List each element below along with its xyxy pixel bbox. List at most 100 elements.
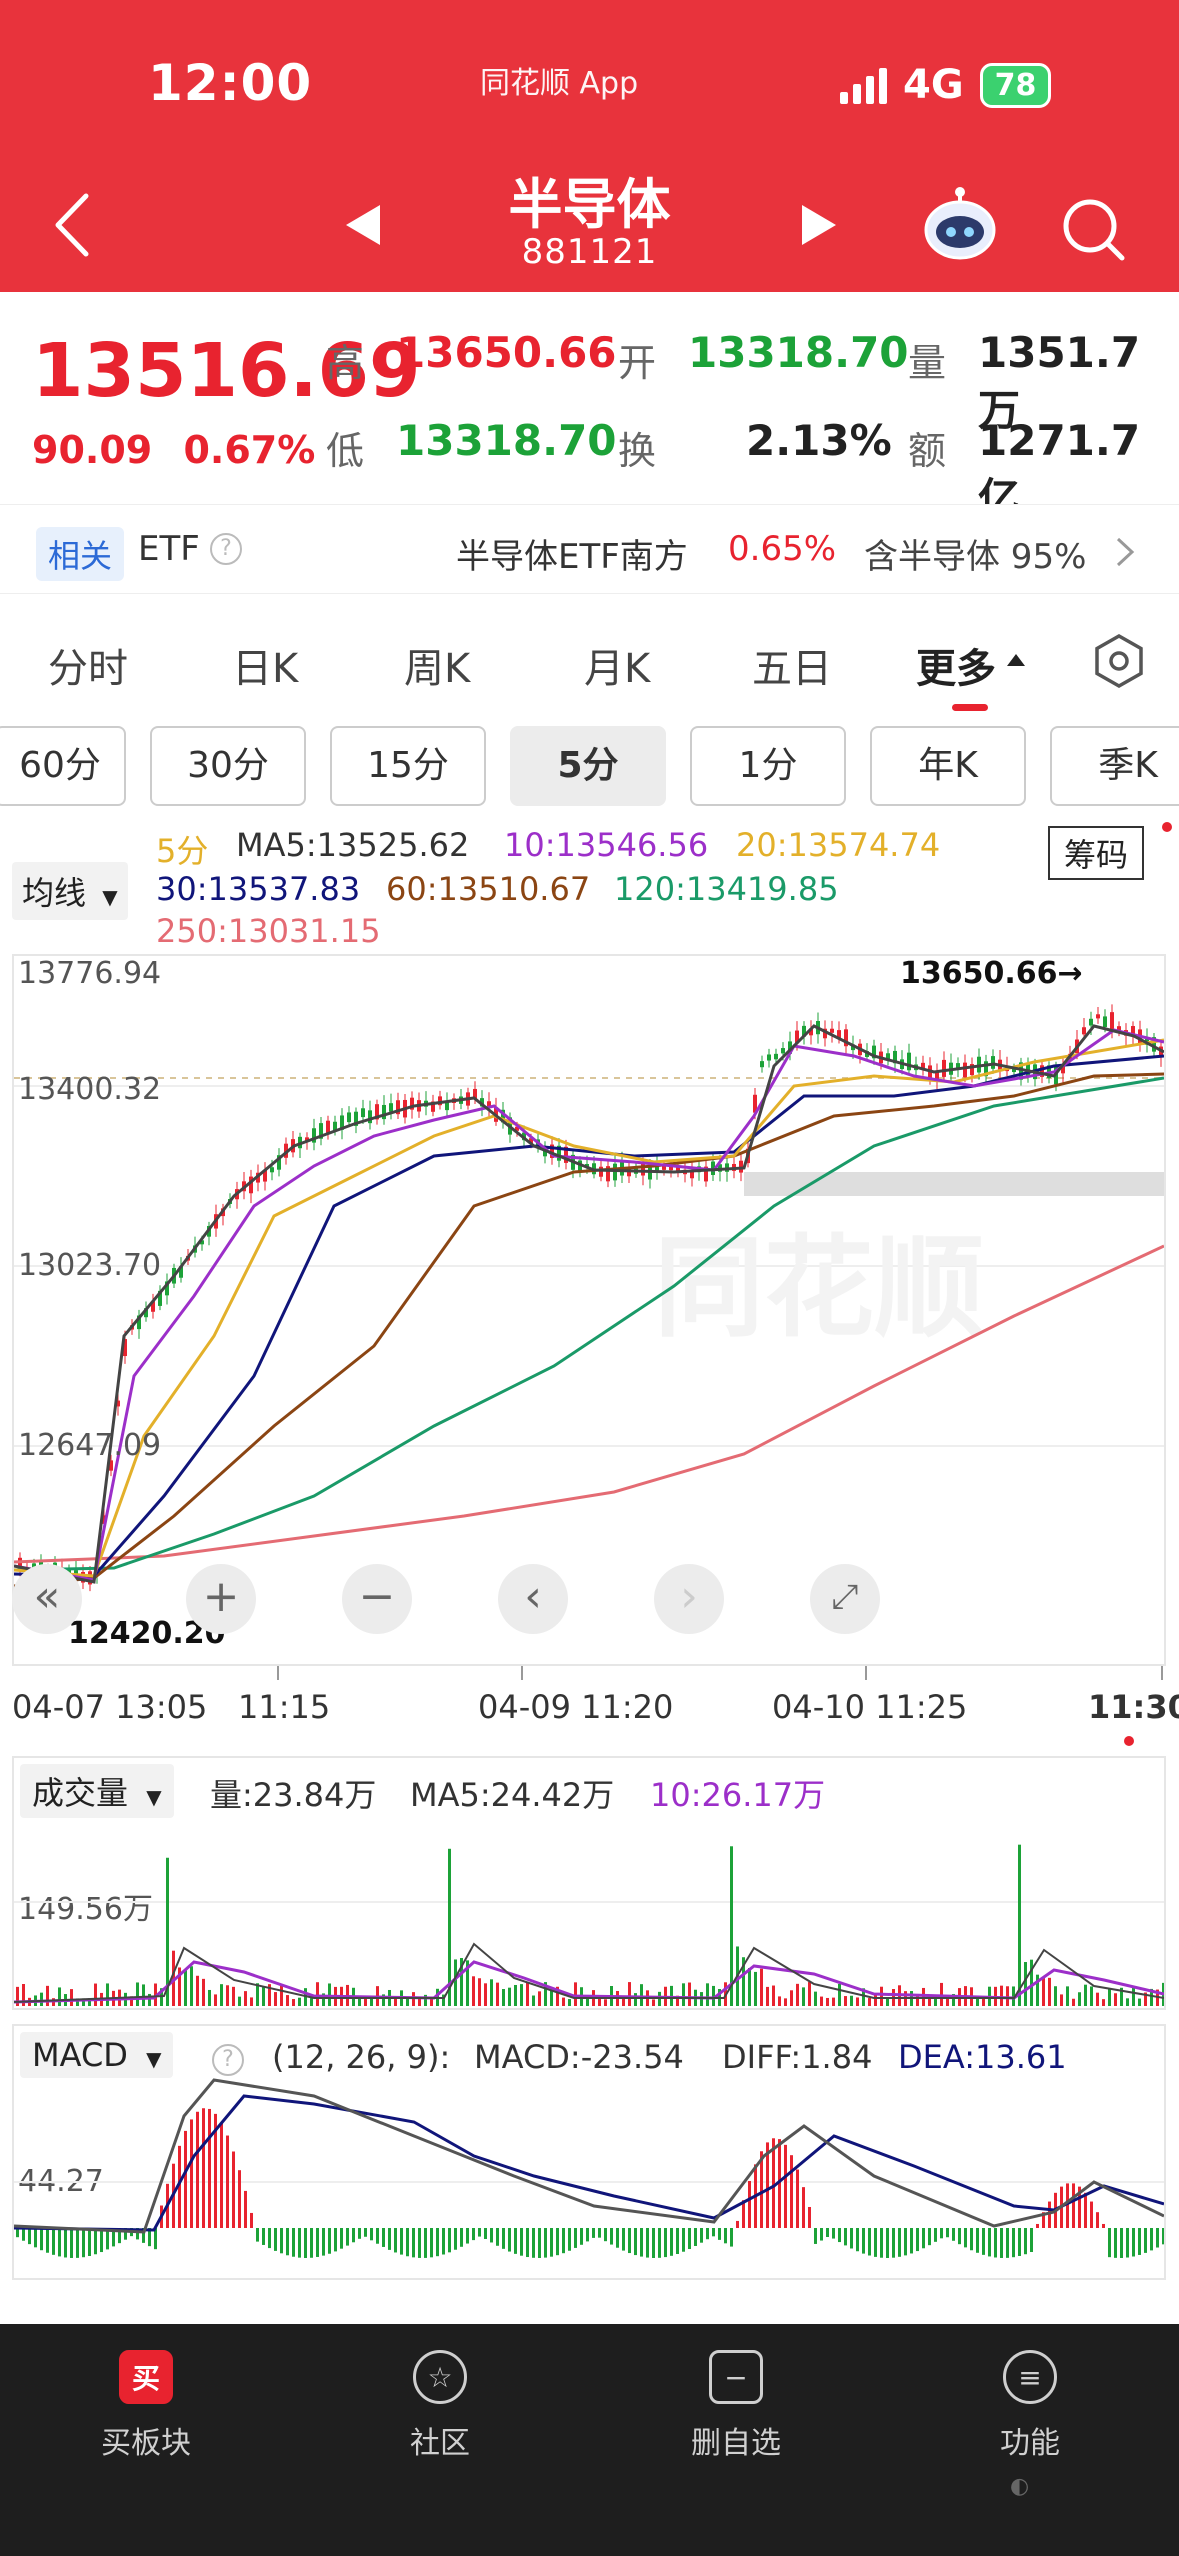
search-icon[interactable] xyxy=(1060,196,1130,266)
volume-panel[interactable]: 成交量 ▼ 量:23.84万 MA5:24.42万 10:26.17万 149.… xyxy=(12,1756,1166,2010)
volume-bar xyxy=(58,1987,61,2006)
macd-bar xyxy=(790,2155,793,2228)
volume-bar xyxy=(1006,1986,1009,2006)
period-1m-button[interactable]: 1分 xyxy=(690,726,846,806)
kline-chart-svg[interactable]: 同花顺 xyxy=(14,956,1164,1664)
macd-bar xyxy=(946,2228,949,2238)
macd-bar xyxy=(262,2228,265,2245)
period-5m-button[interactable]: 5分 xyxy=(510,726,666,806)
kline-chart-panel[interactable]: 同花顺 13776.94 13400.32 13023.70 12647.09 … xyxy=(12,954,1166,1666)
status-app-name: 同花顺 App xyxy=(480,66,639,101)
volume-bar xyxy=(316,1982,319,2006)
volume-bar xyxy=(286,1995,289,2006)
macd-bar xyxy=(100,2228,103,2253)
macd-bar xyxy=(1102,2223,1105,2228)
volume-bar xyxy=(496,1982,499,2006)
related-etf-row[interactable]: 相关 ETF ? 半导体ETF南方 0.65% 含半导体 95% xyxy=(0,504,1179,594)
volume-bar xyxy=(574,1982,577,2006)
macd-bar xyxy=(388,2228,391,2250)
macd-bar xyxy=(442,2228,445,2255)
tab-more[interactable]: 更多 xyxy=(916,636,996,694)
macd-bar xyxy=(550,2228,553,2257)
macd-panel[interactable]: MACD ▼ ? (12, 26, 9): MACD:-23.54 DIFF:1… xyxy=(12,2024,1166,2280)
macd-bar xyxy=(880,2228,883,2258)
volume-bar xyxy=(394,1998,397,2006)
macd-bar xyxy=(322,2228,325,2256)
macd-bar xyxy=(640,2228,643,2257)
macd-bar xyxy=(514,2228,517,2254)
macd-bar xyxy=(748,2180,751,2228)
volume-bar xyxy=(820,1996,823,2006)
tab-monthly[interactable]: 月K xyxy=(584,636,650,694)
y-label-2: 13400.32 xyxy=(18,1072,162,1107)
zoom-out-icon[interactable]: − xyxy=(342,1564,412,1634)
macd-bar xyxy=(940,2228,943,2239)
volume-bar xyxy=(484,1983,487,2006)
volume-bar xyxy=(562,1997,565,2006)
macd-bar xyxy=(670,2228,673,2256)
next-arrow-icon[interactable] xyxy=(802,205,836,245)
macd-bar xyxy=(358,2228,361,2239)
volume-bar xyxy=(46,1985,49,2006)
period-15m-button[interactable]: 15分 xyxy=(330,726,486,806)
pan-left-icon[interactable]: ‹ xyxy=(498,1564,568,1634)
page-title: 半导体 xyxy=(508,173,671,236)
stock-code: 881121 xyxy=(521,232,658,272)
volume-bar xyxy=(1060,1994,1063,2006)
change-percent: 0.67% xyxy=(183,428,316,472)
nav-buy-sector[interactable]: 买 买板块 xyxy=(46,2350,246,2462)
live-dot xyxy=(1124,1736,1134,1746)
tab-weekly[interactable]: 周K xyxy=(404,636,470,694)
volume-bar xyxy=(520,1984,523,2006)
help-icon[interactable]: ? xyxy=(210,533,242,565)
period-30m-button[interactable]: 30分 xyxy=(150,726,306,806)
macd-bar xyxy=(1108,2228,1111,2258)
settings-hexagon-icon[interactable] xyxy=(1090,632,1148,690)
macd-bar xyxy=(826,2228,829,2237)
remove-watchlist-icon: − xyxy=(709,2350,763,2404)
macd-bar xyxy=(238,2170,241,2228)
tab-intraday[interactable]: 分时 xyxy=(48,636,128,694)
macd-bar xyxy=(796,2169,799,2228)
nav-label: 买板块 xyxy=(101,2426,191,2461)
period-year-button[interactable]: 年K xyxy=(870,726,1026,806)
macd-bar xyxy=(310,2228,313,2258)
volume-bar xyxy=(568,1999,571,2006)
macd-bar xyxy=(850,2228,853,2249)
volume-bar xyxy=(244,1991,247,2006)
x-label-2: 11:15 xyxy=(238,1688,331,1726)
collapse-left-icon[interactable]: « xyxy=(12,1564,82,1634)
status-time: 12:00 xyxy=(148,54,313,112)
nav-remove-watchlist[interactable]: − 删自选 xyxy=(636,2350,836,2462)
zoom-in-icon[interactable]: + xyxy=(186,1564,256,1634)
robot-assistant-icon[interactable] xyxy=(920,186,1000,266)
period-60m-button[interactable]: 60分 xyxy=(0,726,126,806)
nav-community[interactable]: ☆ 社区 xyxy=(340,2350,540,2462)
x-axis: 04-07 13:05 11:15 04-09 11:20 04-10 11:2… xyxy=(12,1666,1179,1752)
macd-bar xyxy=(502,2228,505,2249)
pan-right-icon[interactable]: › xyxy=(654,1564,724,1634)
fullscreen-icon[interactable]: ⤢ xyxy=(810,1564,880,1634)
macd-bar xyxy=(676,2228,679,2254)
macd-bar xyxy=(82,2228,85,2258)
macd-bar xyxy=(328,2228,331,2254)
volume-bar xyxy=(826,1997,829,2006)
nav-functions[interactable]: ≡ 功能 xyxy=(930,2350,1130,2462)
volume-bar xyxy=(802,1987,805,2006)
period-quarter-button[interactable]: 季K xyxy=(1050,726,1179,806)
macd-bar xyxy=(868,2228,871,2256)
chip-distribution-button[interactable]: 筹码 xyxy=(1048,826,1145,880)
macd-bar xyxy=(352,2228,355,2243)
macd-bar xyxy=(682,2228,685,2252)
macd-bar xyxy=(964,2228,967,2248)
tab-daily[interactable]: 日K xyxy=(232,636,298,694)
volume-bar xyxy=(478,1978,481,2006)
macd-bar xyxy=(340,2228,343,2249)
macd-bar xyxy=(472,2228,475,2241)
ma-selector[interactable]: 均线 ▼ xyxy=(12,862,128,920)
macd-bar xyxy=(1084,2192,1087,2228)
macd-bar xyxy=(1024,2228,1027,2255)
volume-bar xyxy=(784,1998,787,2006)
tab-five-day[interactable]: 五日 xyxy=(752,636,832,694)
macd-bar xyxy=(1006,2228,1009,2258)
